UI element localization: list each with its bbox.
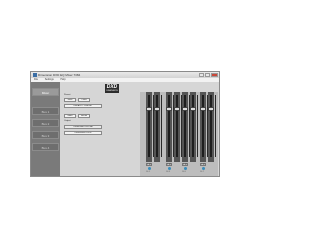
- output-select[interactable]: Dimension DXD-8A: [64, 125, 102, 129]
- load-button[interactable]: Load: [78, 98, 90, 102]
- sidebar-item-bus-4[interactable]: Bus 4: [32, 143, 59, 151]
- fader-track: [192, 95, 194, 157]
- sidebar-item-mixer[interactable]: Mixer: [32, 88, 59, 96]
- channel-strip: 0 dB Ch 7: [200, 92, 208, 173]
- minimize-button[interactable]: [199, 73, 204, 77]
- fader-track: [148, 95, 150, 157]
- channel-label: Ch 3: [166, 171, 170, 173]
- channel-value[interactable]: 0 dB: [146, 163, 152, 166]
- sidebar: Mixer Bus 1 Bus 2 Bus 3 Bus 4: [31, 82, 60, 176]
- fader-track: [176, 95, 178, 157]
- link-knob-icon[interactable]: [183, 167, 187, 170]
- app-window: Dimension DXD EQ Mixer 7384 File Setting…: [30, 71, 220, 177]
- app-icon: [33, 73, 37, 77]
- sidebar-item-bus-2[interactable]: Bus 2: [32, 119, 59, 127]
- channel-strip: 0 dB Ch 5: [182, 92, 190, 173]
- sidebar-item-bus-1[interactable]: Bus 1: [32, 107, 59, 115]
- channel-strip: [208, 92, 216, 162]
- fader-handle[interactable]: [208, 106, 214, 111]
- maximize-button[interactable]: [205, 73, 210, 77]
- fader-handle[interactable]: [166, 106, 172, 111]
- link-knob-icon[interactable]: [147, 167, 151, 170]
- fader-handle[interactable]: [190, 106, 196, 111]
- level-meter: [215, 95, 216, 157]
- fader-track: [156, 95, 158, 157]
- level-meter: [161, 95, 162, 157]
- channel-value[interactable]: 0 dB: [166, 163, 172, 166]
- store-button[interactable]: Store: [64, 114, 76, 118]
- channel-strip: 0 dB Ch 1: [146, 92, 154, 173]
- link-knob-icon[interactable]: [201, 167, 205, 170]
- close-button[interactable]: [211, 73, 218, 77]
- output-label: Output: [64, 120, 71, 122]
- menu-file[interactable]: File: [34, 78, 38, 81]
- fader-handle[interactable]: [154, 106, 160, 111]
- channel-label: Ch 1: [146, 171, 150, 173]
- sidebar-item-bus-3[interactable]: Bus 3: [32, 131, 59, 139]
- channel-strip: [174, 92, 182, 162]
- channel-strip: [190, 92, 198, 162]
- fader-handle[interactable]: [146, 106, 152, 111]
- level-meter: [197, 95, 198, 157]
- fader-handle[interactable]: [200, 106, 206, 111]
- fader-track: [210, 95, 212, 157]
- fader-track: [202, 95, 204, 157]
- preset-name-field[interactable]: DEFAULT PRESET: [64, 104, 102, 108]
- preset-label: Preset: [64, 94, 71, 96]
- menu-settings[interactable]: Settings: [45, 78, 54, 81]
- fader-handle[interactable]: [174, 106, 180, 111]
- link-knob-icon[interactable]: [167, 167, 171, 170]
- channel-label: Ch 7: [200, 171, 204, 173]
- channel-strip: 0 dB Ch 3: [166, 92, 174, 173]
- channel-label: Ch 5: [182, 171, 186, 173]
- channel-value[interactable]: 0 dB: [200, 163, 206, 166]
- channel-strip: [154, 92, 162, 162]
- dxd-logo: DXD DIMENSION: [105, 84, 119, 93]
- fader-track: [184, 95, 186, 157]
- fader-handle[interactable]: [182, 106, 188, 111]
- recall-button[interactable]: Recall: [78, 114, 90, 118]
- main-panel: DXD DIMENSION Preset Save Load DEFAULT P…: [60, 82, 219, 176]
- save-button[interactable]: Save: [64, 98, 76, 102]
- menu-help[interactable]: Help: [60, 78, 65, 81]
- channel-value[interactable]: 0 dB: [182, 163, 188, 166]
- db-scale: [140, 95, 143, 157]
- fader-rack: 0 dB Ch 1 0 dB Ch 3 0 dB Ch 5 0 dB Ch 7: [140, 92, 218, 176]
- fader-track: [168, 95, 170, 157]
- device-mode-field[interactable]: Dimension DXD8: [64, 131, 102, 135]
